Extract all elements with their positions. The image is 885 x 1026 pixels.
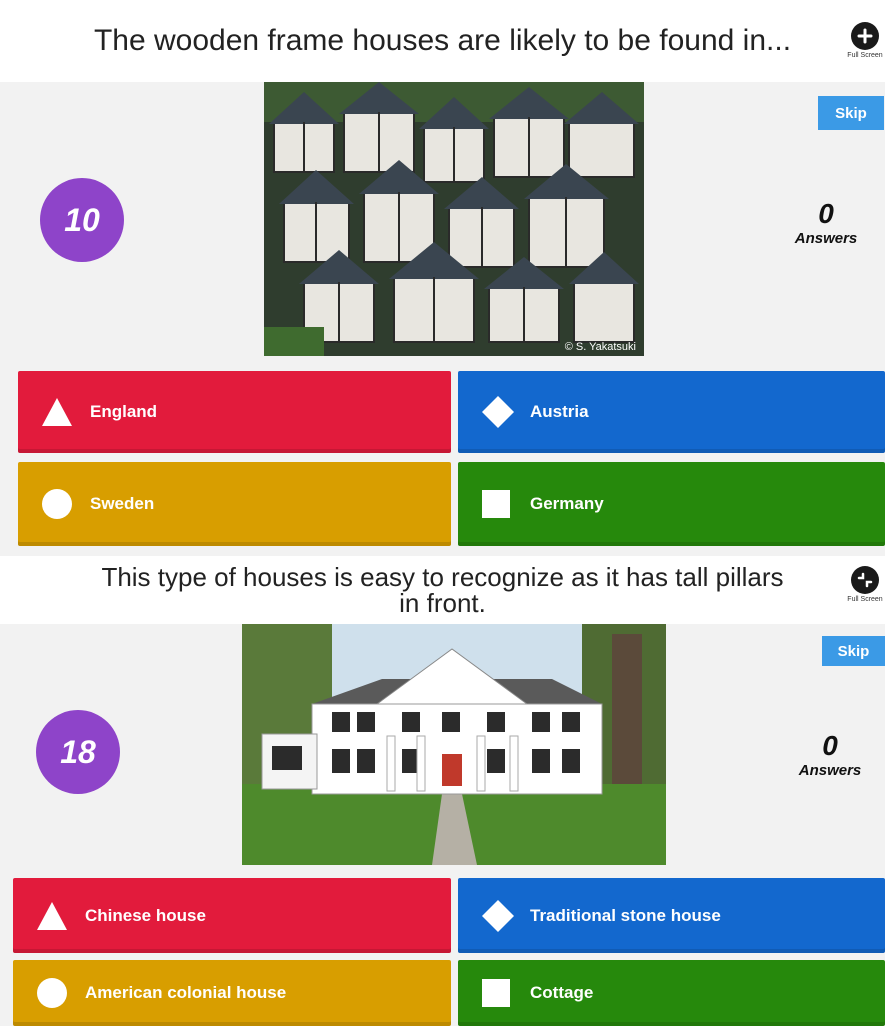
answer-option-3[interactable]: Sweden	[18, 462, 451, 546]
answer-option-4[interactable]: Germany	[458, 462, 885, 546]
answer-option-1[interactable]: Chinese house	[13, 878, 451, 953]
question-panel-2: This type of houses is easy to recognize…	[0, 556, 885, 1026]
fullscreen-label: Full Screen	[847, 596, 883, 603]
answers-label: Answers	[798, 762, 862, 779]
answer-option-2[interactable]: Austria	[458, 371, 885, 453]
question-text: The wooden frame houses are likely to be…	[93, 24, 792, 57]
answers-label: Answers	[794, 230, 858, 247]
circle-icon	[37, 978, 67, 1008]
diamond-icon	[482, 396, 514, 428]
question-stage: © S. Yakatsuki 10 Skip 0 Answers England…	[0, 82, 885, 556]
expand-icon	[851, 22, 879, 50]
answer-label: Sweden	[90, 494, 155, 513]
skip-button[interactable]: Skip	[818, 96, 884, 130]
answers-counter: 0 Answers	[785, 730, 875, 780]
question-image: © S. Yakatsuki	[264, 82, 644, 356]
skip-button[interactable]: Skip	[822, 636, 885, 666]
diamond-icon	[482, 899, 514, 932]
image-caption: © S. Yakatsuki	[565, 341, 636, 353]
question-panel-1: The wooden frame houses are likely to be…	[0, 0, 885, 556]
question-image	[242, 624, 666, 865]
timer-badge: 18	[36, 710, 120, 794]
answer-option-1[interactable]: England	[18, 371, 451, 453]
triangle-icon	[42, 398, 72, 426]
answer-label: American colonial house	[85, 983, 287, 1002]
answer-option-2[interactable]: Traditional stone house	[458, 878, 885, 953]
triangle-icon	[37, 901, 67, 930]
answer-label: Austria	[530, 402, 589, 421]
question-bar: This type of houses is easy to recognize…	[0, 556, 885, 624]
fullscreen-button[interactable]: Full Screen	[845, 22, 885, 59]
answer-option-4[interactable]: Cottage	[458, 960, 885, 1026]
answers-count: 0	[822, 730, 838, 761]
question-bar: The wooden frame houses are likely to be…	[0, 0, 885, 82]
fullscreen-label: Full Screen	[847, 52, 883, 59]
timer-badge: 10	[40, 178, 124, 262]
answer-label: England	[90, 402, 158, 421]
answers-counter: 0 Answers	[781, 198, 871, 248]
question-text-line-1: This type of houses is easy to recognize…	[101, 562, 784, 592]
circle-icon	[42, 489, 72, 519]
answers-count: 0	[818, 198, 834, 229]
fullscreen-button[interactable]: Full Screen	[845, 566, 885, 603]
collapse-icon	[851, 566, 879, 594]
question-stage: 18 Skip 0 Answers Chinese house Traditio…	[0, 624, 885, 1026]
answer-label: Germany	[530, 494, 604, 513]
question-text-line-2: in front.	[399, 588, 486, 618]
answer-label: Chinese house	[85, 905, 206, 925]
answer-option-3[interactable]: American colonial house	[13, 960, 451, 1026]
square-icon	[482, 490, 510, 518]
answer-label: Cottage	[530, 983, 594, 1002]
answer-label: Traditional stone house	[530, 905, 721, 925]
square-icon	[482, 979, 510, 1007]
